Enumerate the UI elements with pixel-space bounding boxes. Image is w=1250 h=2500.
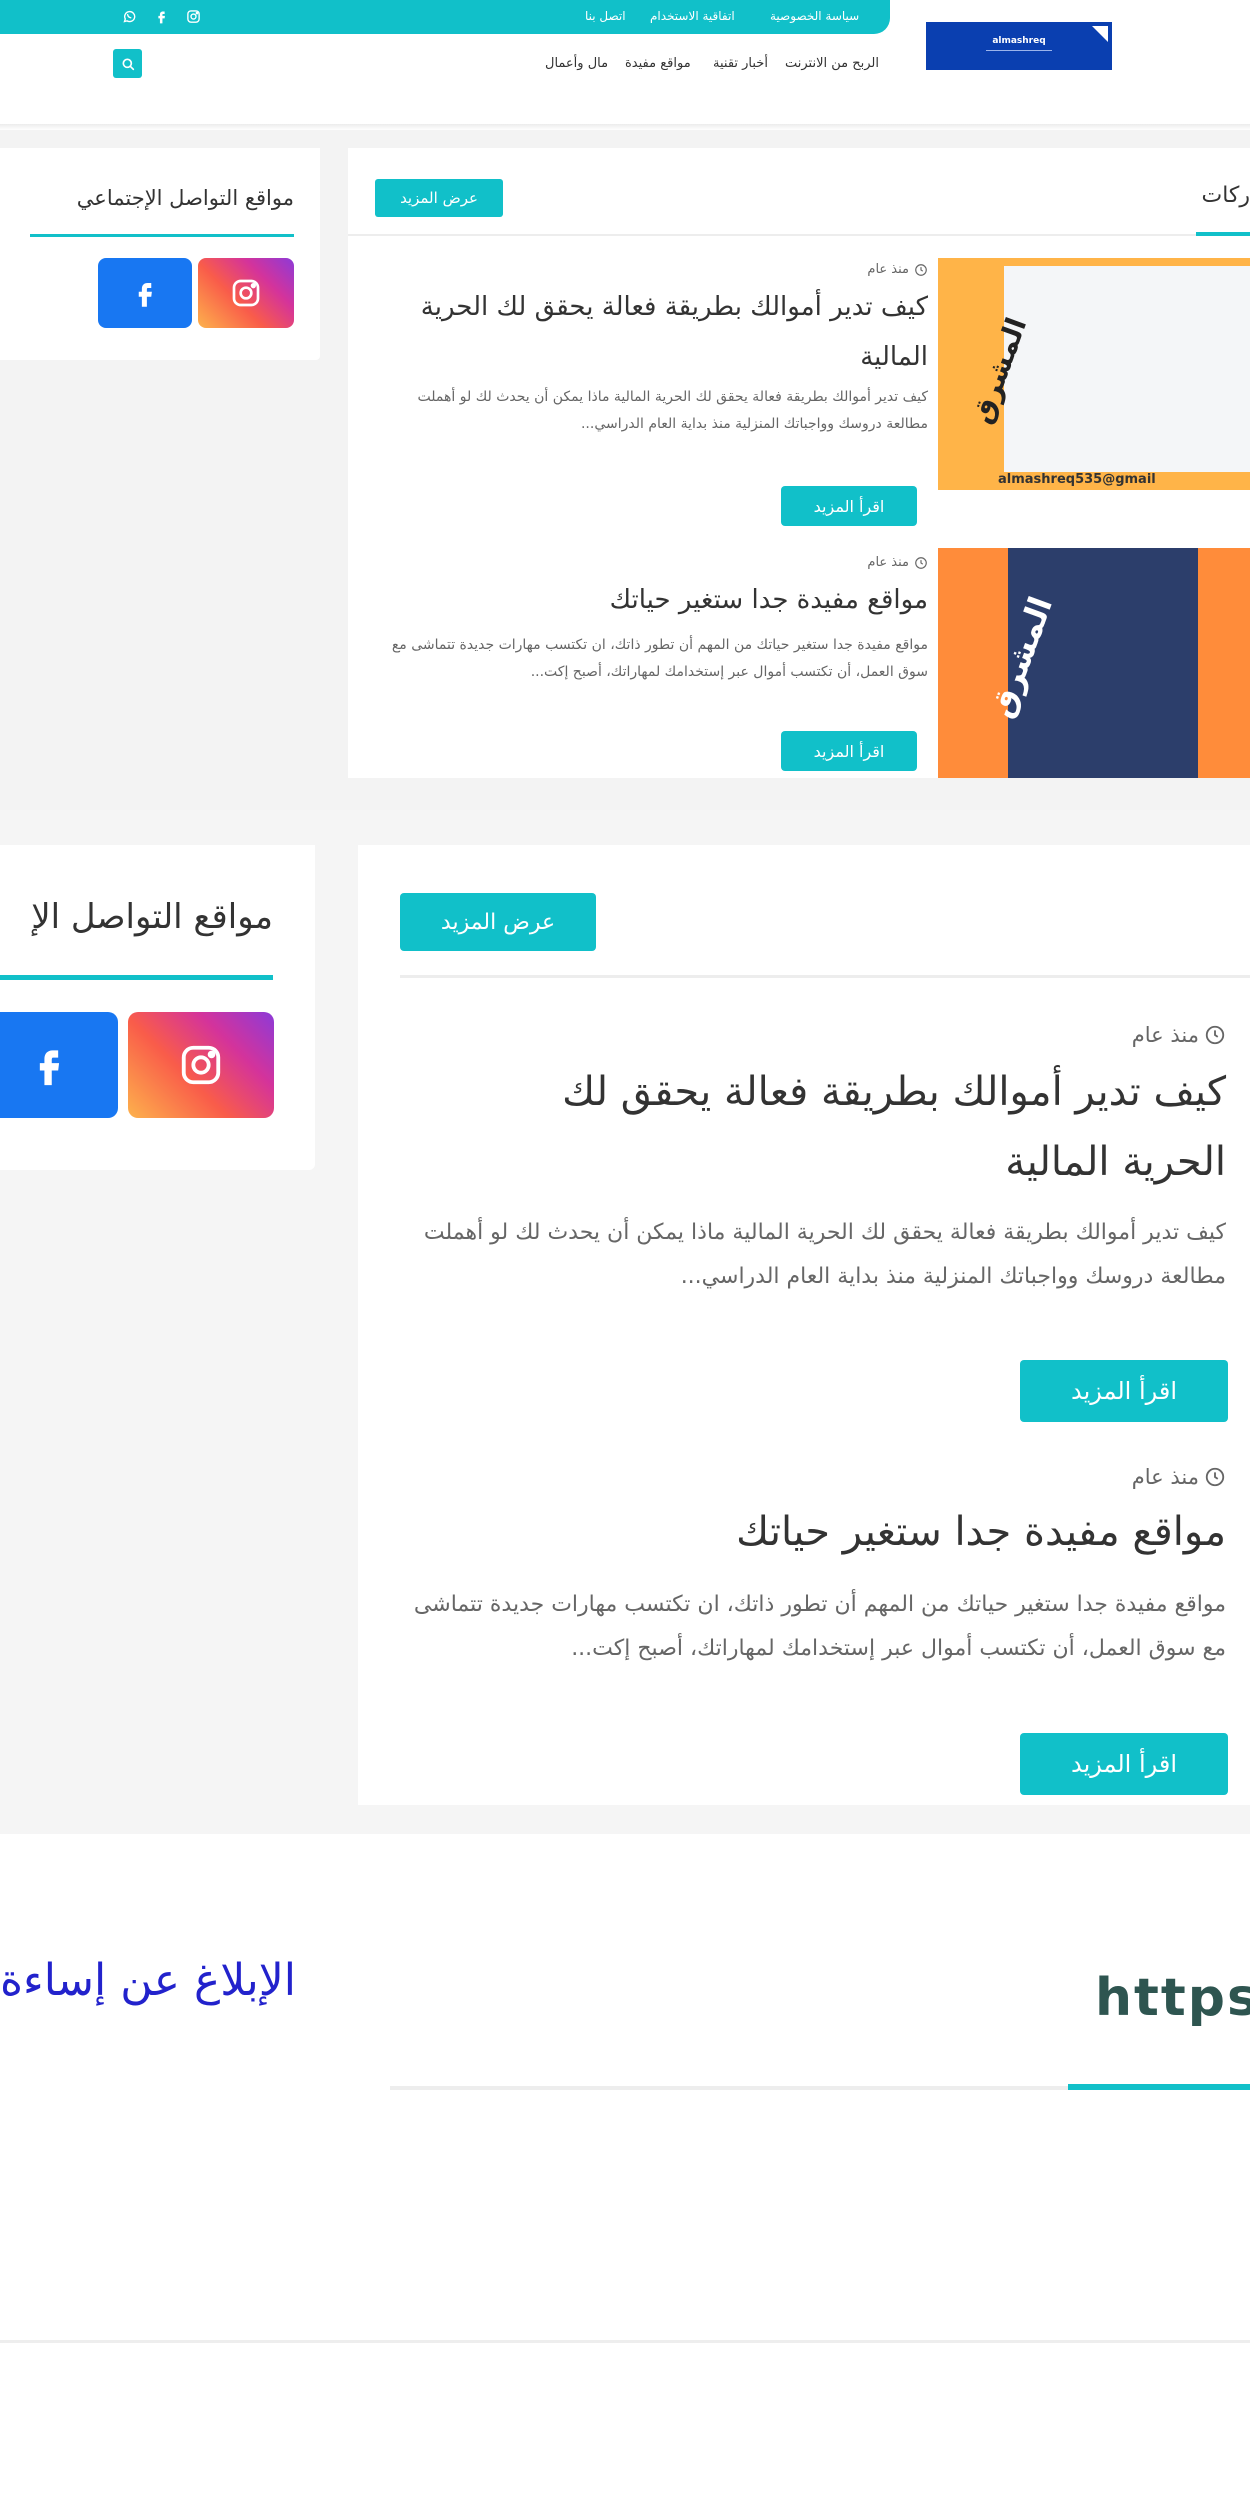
post-excerpt: مواقع مفيدة جدا ستغير حياتك من المهم أن … (391, 637, 928, 680)
search-button[interactable] (113, 49, 142, 78)
read-more-button[interactable]: اقرأ المزيد (781, 486, 917, 526)
report-abuse-link[interactable]: الإبلاغ عن إساءة (0, 1955, 296, 2006)
read-more-button[interactable]: اقرأ المزيد (1020, 1360, 1228, 1422)
post-title[interactable]: كيف تدير أموالك بطريقة فعالة يحقق لك الح… (408, 282, 928, 382)
instagram-icon (181, 1045, 221, 1085)
social-widget-title: مواقع التواصل الإ (31, 897, 273, 937)
post-thumbnail[interactable]: المشرق almashreq535@gmail (938, 258, 1250, 490)
nav-item-tech-news[interactable]: أخبار تقنية (713, 56, 768, 71)
thumbnail-caption: almashreq535@gmail (998, 472, 1156, 487)
social-widget-underline (30, 234, 294, 237)
social-widget-zoomed: مواقع التواصل الإ (0, 845, 315, 1170)
instagram-link[interactable] (198, 258, 294, 328)
clock-icon (915, 263, 927, 276)
post-date-text: منذ عام (1131, 1465, 1199, 1489)
search-icon (122, 58, 134, 70)
post-excerpt: كيف تدير أموالك بطريقة فعالة يحقق لك الح… (417, 389, 928, 432)
instagram-link[interactable] (128, 1012, 274, 1118)
facebook-link[interactable] (0, 1012, 118, 1118)
clock-icon (1205, 1467, 1225, 1487)
top-bar: سياسة الخصوصية اتفاقية الاستخدام اتصل بن… (0, 0, 890, 34)
facebook-icon (138, 283, 152, 307)
footer-url-text: https: (1095, 1968, 1250, 2028)
section-title-underline (1196, 232, 1250, 236)
post-date: منذ عام (867, 555, 928, 570)
footer-title-underline (1068, 2084, 1250, 2090)
post-title[interactable]: مواقع مفيدة جدا ستغير حياتك (408, 578, 928, 622)
clock-icon (1205, 1025, 1225, 1045)
logo-underline (986, 50, 1052, 51)
contact-link[interactable]: اتصل بنا (585, 9, 626, 23)
post-title[interactable]: كيف تدير أموالك بطريقة فعالة يحقق لك الح… (466, 1057, 1226, 1197)
instagram-icon (232, 279, 260, 307)
whatsapp-icon[interactable] (121, 8, 137, 24)
thumbnail-chart-image (1004, 266, 1250, 472)
social-widget-title: مواقع التواصل الإجتماعي (76, 186, 294, 210)
facebook-icon[interactable] (153, 8, 169, 24)
facebook-link[interactable] (98, 258, 192, 328)
post-thumbnail[interactable]: المشرق (938, 548, 1250, 778)
post-date: منذ عام (867, 262, 928, 277)
posts-card: ركات عرض المزيد المشرق almashreq535@gmai… (348, 148, 1250, 778)
read-more-button[interactable]: اقرأ المزيد (1020, 1733, 1228, 1795)
post-date-text: منذ عام (867, 555, 909, 570)
section-divider (348, 234, 1196, 236)
instagram-icon[interactable] (185, 8, 201, 24)
logo-text: almashreq (992, 36, 1046, 46)
facebook-icon (39, 1050, 60, 1086)
nav-item-make-money[interactable]: الربح من الانترنت (785, 56, 879, 71)
post-date-text: منذ عام (867, 262, 909, 277)
footer-bottom-divider (0, 2340, 1250, 2343)
post-excerpt: كيف تدير أموالك بطريقة فعالة يحقق لك الح… (423, 1220, 1226, 1289)
section-divider (400, 975, 1250, 978)
view-more-button[interactable]: عرض المزيد (400, 893, 596, 951)
nav-item-business[interactable]: مال وأعمال (545, 56, 608, 71)
clock-icon (915, 556, 927, 569)
posts-card-zoomed: عرض المزيد منذ عام كيف تدير أموالك بطريق… (358, 845, 1250, 1805)
social-widget-underline (0, 975, 273, 980)
post-date-text: منذ عام (1131, 1023, 1199, 1047)
privacy-policy-link[interactable]: سياسة الخصوصية (770, 9, 859, 23)
post-excerpt: مواقع مفيدة جدا ستغير حياتك من المهم أن … (413, 1592, 1226, 1661)
footer-divider (390, 2086, 1068, 2090)
section-title: ركات (1201, 183, 1250, 208)
post-title[interactable]: مواقع مفيدة جدا ستغير حياتك (446, 1497, 1226, 1567)
post-date: منذ عام (1132, 1023, 1226, 1047)
read-more-button[interactable]: اقرأ المزيد (781, 731, 917, 771)
terms-link[interactable]: اتفاقية الاستخدام (650, 9, 735, 23)
nav-item-useful-sites[interactable]: مواقع مفيدة (625, 56, 691, 71)
social-widget: مواقع التواصل الإجتماعي (0, 148, 320, 360)
post-date: منذ عام (1132, 1465, 1226, 1489)
site-logo[interactable]: almashreq (926, 22, 1112, 70)
view-more-button[interactable]: عرض المزيد (375, 179, 503, 217)
